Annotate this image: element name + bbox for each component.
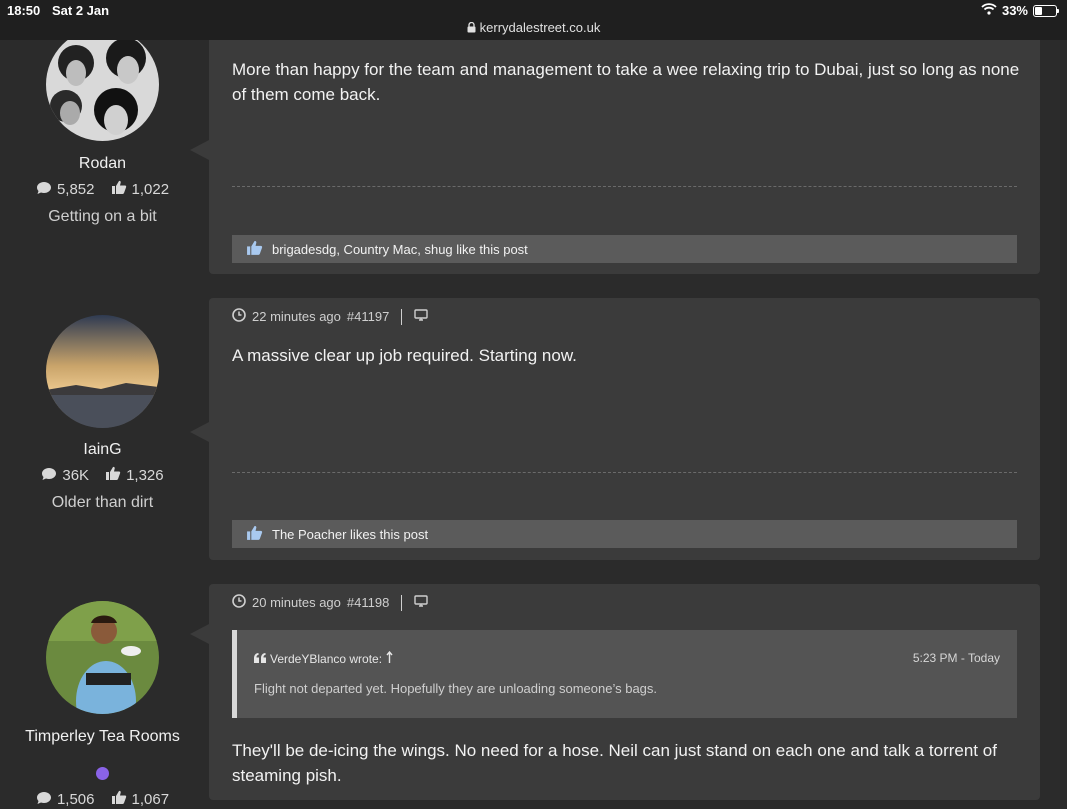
address-bar[interactable]: kerrydalestreet.co.uk [0,20,1067,36]
divider [232,186,1017,187]
post-card: More than happy for the team and managem… [190,20,1040,274]
clock: 18:50 [7,3,41,18]
reactions-icon [111,180,127,199]
quote-text: Flight not departed yet. Hopefully they … [254,681,658,696]
clock-icon [232,594,246,611]
post-card: 22 minutes ago #41197 A massive clear up… [190,298,1040,560]
post-number[interactable]: #41197 [347,309,389,324]
post-card: 20 minutes ago #41198 VerdeYBlanco wrote… [190,584,1040,800]
divider [232,472,1017,473]
jump-to-quote-icon[interactable] [386,650,393,666]
post-body: They'll be de-icing the wings. No need f… [232,741,997,785]
post-time[interactable]: 22 minutes ago [252,309,341,324]
author-name[interactable]: Rodan [0,154,205,173]
author-stats: 36K 1,326 [0,466,205,485]
quote-block: VerdeYBlanco wrote: 5:23 PM - Today Flig… [232,630,1017,718]
author-name[interactable]: Timperley Tea Rooms [0,727,205,746]
message-count: 36K [62,467,90,484]
online-indicator [96,767,109,780]
quote-time: 5:23 PM - Today [912,651,1000,665]
quote-header: VerdeYBlanco wrote: [254,650,393,666]
lock-icon [467,21,476,36]
reactions-icon [105,466,121,485]
like-icon [246,525,263,544]
message-count: 5,852 [56,181,95,198]
likes-bar[interactable]: brigadesdg, Country Mac, shug like this … [232,235,1017,263]
messages-icon [36,181,52,199]
messages-icon [41,467,57,485]
post-number[interactable]: #41198 [347,595,389,610]
post-meta: 22 minutes ago #41197 [232,308,429,325]
avatar[interactable] [46,315,159,428]
url-text: kerrydalestreet.co.uk [479,20,601,35]
like-icon [246,240,263,259]
quote-icon [254,652,266,666]
battery-percent: 33% [1001,3,1028,18]
device-icon [414,595,429,610]
wifi-icon [981,3,997,18]
date: Sat 2 Jan [52,3,110,18]
avatar[interactable] [46,601,159,714]
likes-text[interactable]: The Poacher likes this post [272,527,428,542]
quote-author[interactable]: VerdeYBlanco wrote: [270,652,382,666]
likes-text[interactable]: brigadesdg, Country Mac, shug like this … [272,242,528,257]
reaction-count: 1,022 [131,181,170,198]
device-icon [414,309,429,324]
reaction-count: 1,326 [126,467,164,484]
clock-icon [232,308,246,325]
status-indicators: 33% [981,3,1059,18]
user-rank: Older than dirt [51,494,154,511]
post-body: More than happy for the team and managem… [232,60,1020,104]
likes-bar[interactable]: The Poacher likes this post [232,520,1017,548]
post-time[interactable]: 20 minutes ago [252,595,341,610]
post-body: A massive clear up job required. Startin… [232,346,577,365]
author-stats: 5,852 1,022 [0,180,205,199]
avatar[interactable] [46,28,159,141]
status-bar: 18:50 Sat 2 Jan kerrydalestreet.co.uk 33… [0,0,1067,40]
user-rank: Getting on a bit [48,208,157,225]
author-name[interactable]: IainG [0,440,205,459]
post-meta: 20 minutes ago #41198 [232,594,429,611]
battery-icon [1033,4,1059,17]
